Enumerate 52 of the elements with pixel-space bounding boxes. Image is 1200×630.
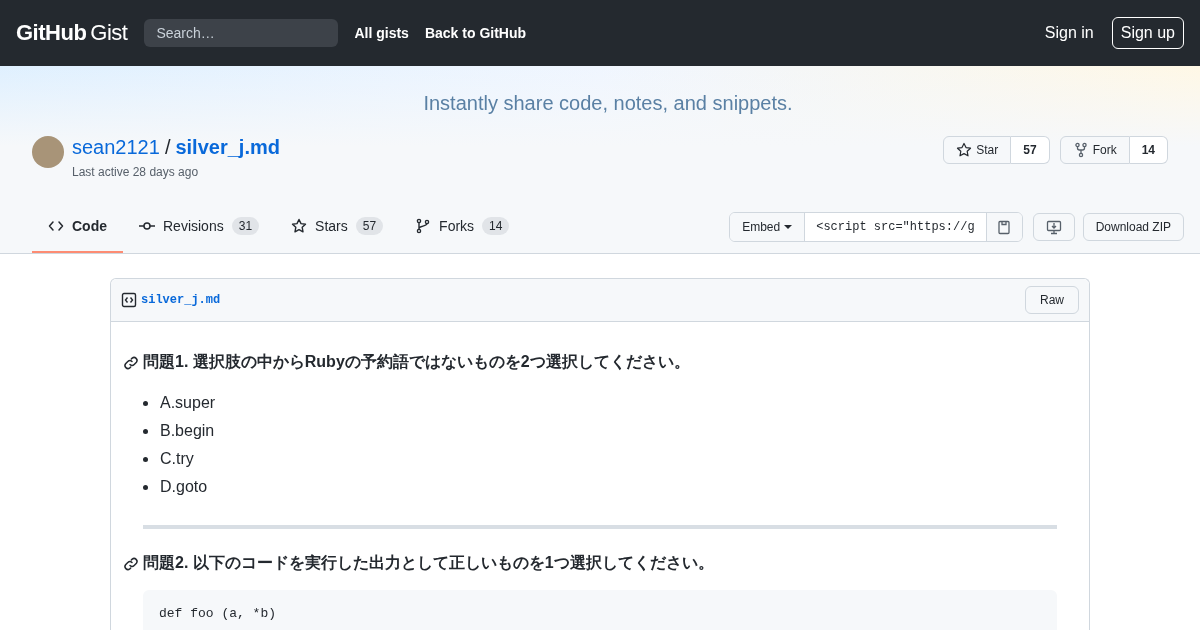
bullet-icon (143, 400, 148, 406)
star-count[interactable]: 57 (1011, 136, 1050, 164)
nav-link[interactable]: Back to GitHub (424, 25, 527, 41)
last-active-text: Last active 28 days ago (72, 165, 200, 179)
gist-name-link[interactable]: silver_j.md (175, 136, 280, 159)
desktop-download-icon (1045, 219, 1062, 235)
star-icon (956, 142, 973, 158)
star-icon (291, 218, 308, 234)
sign-in-link[interactable]: Sign in (1044, 24, 1094, 42)
gist-logo[interactable]: GitHub Gist (16, 20, 128, 46)
bullet-icon (143, 484, 148, 490)
nav-link[interactable]: All gists (354, 25, 409, 41)
code-icon (48, 218, 64, 234)
desktop-download-button[interactable] (1032, 213, 1075, 241)
path-separator: / (164, 136, 171, 159)
question-heading: 問題2. 以下のコードを実行した出力として正しいものを1つ選択してください。 (143, 553, 714, 573)
code-file-icon (121, 292, 137, 308)
raw-button[interactable]: Raw (1025, 286, 1079, 314)
branch-icon (415, 218, 432, 234)
bullet-icon (143, 456, 148, 462)
list-item-text: D.goto (160, 478, 208, 496)
file-name-link[interactable]: silver_j.md (141, 293, 221, 307)
count-badge: 31 (231, 217, 260, 235)
embed-field[interactable]: Embed <script src="https://g (729, 212, 1023, 242)
sign-up-button[interactable]: Sign up (1111, 17, 1184, 49)
list-item-text: A.super (160, 394, 216, 412)
avatar[interactable] (32, 136, 64, 168)
embed-code-text: <script src="https://g (815, 219, 976, 236)
tab[interactable]: Stars 57 (275, 201, 400, 253)
fork-icon (1072, 142, 1089, 158)
copy-button[interactable] (985, 213, 1022, 241)
list-item-text: B.begin (160, 422, 215, 440)
link-icon[interactable] (123, 354, 139, 371)
link-icon[interactable] (123, 555, 139, 572)
caret-icon (784, 225, 793, 229)
download-zip-button[interactable]: Download ZIP (1082, 213, 1184, 241)
owner-link[interactable]: sean2121 (72, 136, 160, 159)
count-badge: 57 (355, 217, 384, 235)
bullet-icon (143, 428, 148, 434)
fork-button[interactable]: Fork (1059, 136, 1130, 164)
search-field[interactable]: Search… (144, 19, 339, 47)
clipboard-icon (996, 219, 1013, 235)
count-badge: 14 (482, 217, 510, 235)
list-item-text: C.try (160, 450, 194, 468)
code-line: def foo (a, *b) (159, 606, 278, 621)
tab[interactable]: Forks 14 (399, 201, 526, 253)
tab[interactable]: Code (32, 201, 123, 253)
star-button[interactable]: Star (943, 136, 1012, 164)
question-heading: 問題1. 選択肢の中からRubyの予約語ではないものを2つ選択してください。 (143, 352, 690, 373)
fork-count[interactable]: 14 (1129, 136, 1168, 164)
embed-dropdown[interactable]: Embed (730, 213, 806, 241)
tab[interactable]: Revisions 31 (123, 201, 276, 253)
